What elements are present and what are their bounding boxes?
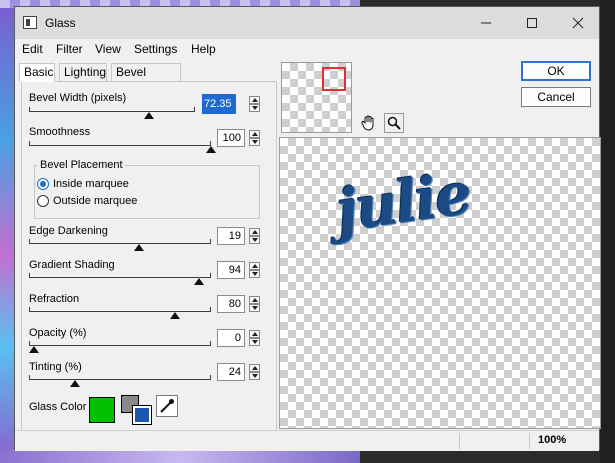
window-title: Glass: [45, 16, 76, 30]
refraction-slider[interactable]: [29, 307, 211, 319]
inside-marquee-radio[interactable]: [37, 178, 49, 190]
smoothness-thumb[interactable]: [206, 146, 216, 153]
menu-filter[interactable]: Filter: [56, 42, 83, 56]
outside-marquee-radio[interactable]: [37, 195, 49, 207]
smoothness-field[interactable]: 100: [217, 129, 245, 147]
cancel-button[interactable]: Cancel: [521, 87, 591, 107]
gradient-shading-spinner[interactable]: [249, 262, 260, 278]
glass-dialog: Glass Edit Filter View Settings Help Bas…: [14, 6, 601, 451]
glass-app-icon: [23, 16, 37, 29]
bevel-width-spinner[interactable]: [249, 96, 260, 112]
smoothness-slider[interactable]: [29, 141, 216, 153]
title-bar[interactable]: Glass: [15, 7, 599, 39]
refraction-thumb[interactable]: [170, 312, 180, 319]
tinting-slider[interactable]: [29, 375, 211, 387]
opacity-label: Opacity (%): [29, 327, 87, 339]
glass-color-swatch[interactable]: [89, 397, 115, 423]
desktop-background-bottom: [0, 449, 360, 463]
refraction-field[interactable]: 80: [217, 295, 245, 313]
status-bar: 100%: [15, 430, 599, 451]
edge-darkening-slider[interactable]: [29, 239, 211, 251]
outside-marquee-label[interactable]: Outside marquee: [53, 195, 137, 207]
gradient-shading-thumb[interactable]: [194, 278, 204, 285]
tinting-field[interactable]: 24: [217, 363, 245, 381]
maximize-icon[interactable]: [509, 7, 555, 39]
glass-color-label: Glass Color: [29, 401, 87, 413]
menu-bar: Edit Filter View Settings Help: [15, 39, 599, 59]
refraction-label: Refraction: [29, 293, 80, 305]
opacity-slider[interactable]: [29, 341, 211, 353]
pan-hand-icon[interactable]: [359, 113, 379, 133]
opacity-spinner[interactable]: [249, 330, 260, 346]
tinting-spinner[interactable]: [249, 364, 260, 380]
opacity-thumb[interactable]: [29, 346, 39, 353]
zoom-magnifier-icon[interactable]: [384, 113, 404, 133]
zoom-cell: 100%: [529, 433, 602, 449]
refraction-spinner[interactable]: [249, 296, 260, 312]
preview-canvas[interactable]: julie: [279, 137, 601, 429]
status-cell: [459, 433, 530, 449]
edge-darkening-thumb[interactable]: [134, 244, 144, 251]
tab-bevel-profile[interactable]: Bevel Profile: [111, 63, 181, 95]
tinting-thumb[interactable]: [70, 380, 80, 387]
smoothness-spinner[interactable]: [249, 130, 260, 146]
bevel-width-label: Bevel Width (pixels): [29, 92, 127, 104]
gradient-shading-slider[interactable]: [29, 273, 211, 285]
gradient-shading-label: Gradient Shading: [29, 259, 115, 271]
tinting-label: Tinting (%): [29, 361, 82, 373]
menu-edit[interactable]: Edit: [22, 42, 43, 56]
edge-darkening-spinner[interactable]: [249, 228, 260, 244]
gradient-shading-field[interactable]: 94: [217, 261, 245, 279]
bevel-width-thumb[interactable]: [144, 112, 154, 119]
eyedropper-icon[interactable]: [156, 395, 178, 417]
background-color-swatch[interactable]: [132, 405, 152, 425]
smoothness-label: Smoothness: [29, 126, 91, 138]
ok-button[interactable]: OK: [521, 61, 591, 81]
desktop-background-right: [600, 0, 615, 463]
tab-basic[interactable]: Basic: [19, 63, 55, 82]
navigator-view-rect[interactable]: [322, 67, 346, 91]
inside-marquee-label[interactable]: Inside marquee: [53, 178, 129, 190]
bevel-width-slider[interactable]: [29, 107, 195, 119]
edge-darkening-label: Edge Darkening: [29, 225, 108, 237]
tab-lighting[interactable]: Lighting: [59, 63, 107, 81]
close-icon[interactable]: [555, 7, 601, 39]
menu-help[interactable]: Help: [191, 42, 216, 56]
bevel-placement-title: Bevel Placement: [38, 159, 125, 171]
zoom-level: 100%: [538, 434, 567, 446]
edge-darkening-field[interactable]: 19: [217, 227, 245, 245]
opacity-field[interactable]: 0: [217, 329, 245, 347]
menu-settings[interactable]: Settings: [134, 42, 177, 56]
bevel-placement-group: [34, 165, 260, 219]
minimize-icon[interactable]: [463, 7, 509, 39]
navigator-thumbnail[interactable]: [281, 62, 352, 133]
preview-text: julie: [331, 158, 475, 246]
bevel-width-field[interactable]: 72.35: [202, 94, 236, 114]
menu-view[interactable]: View: [95, 42, 121, 56]
